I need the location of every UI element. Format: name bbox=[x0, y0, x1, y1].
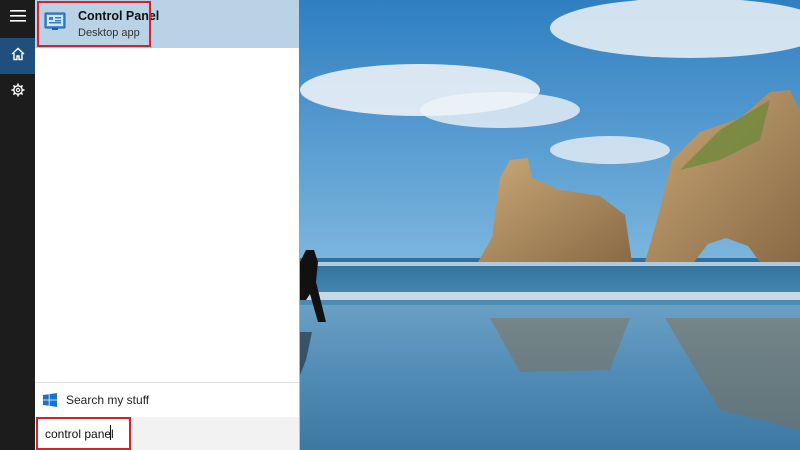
search-my-stuff-button[interactable]: Search my stuff bbox=[35, 384, 299, 416]
start-rail bbox=[0, 0, 35, 450]
search-results-panel: Control Panel Desktop app Search my stuf… bbox=[35, 0, 299, 450]
search-input[interactable] bbox=[36, 417, 131, 450]
gear-icon bbox=[11, 83, 25, 102]
search-my-stuff-label: Search my stuff bbox=[66, 393, 150, 407]
windows-logo-icon bbox=[43, 393, 57, 407]
settings-button[interactable] bbox=[0, 74, 35, 110]
menu-button[interactable] bbox=[0, 0, 35, 36]
best-match-result[interactable]: Control Panel Desktop app bbox=[35, 0, 299, 48]
divider bbox=[35, 382, 299, 383]
control-panel-icon bbox=[44, 12, 66, 32]
home-button[interactable] bbox=[0, 38, 35, 74]
result-subtitle: Desktop app bbox=[78, 27, 140, 39]
result-title: Control Panel bbox=[78, 9, 160, 23]
hamburger-menu-icon bbox=[9, 9, 26, 27]
text-caret bbox=[110, 425, 111, 440]
home-icon bbox=[11, 47, 25, 66]
search-bar bbox=[35, 417, 299, 450]
